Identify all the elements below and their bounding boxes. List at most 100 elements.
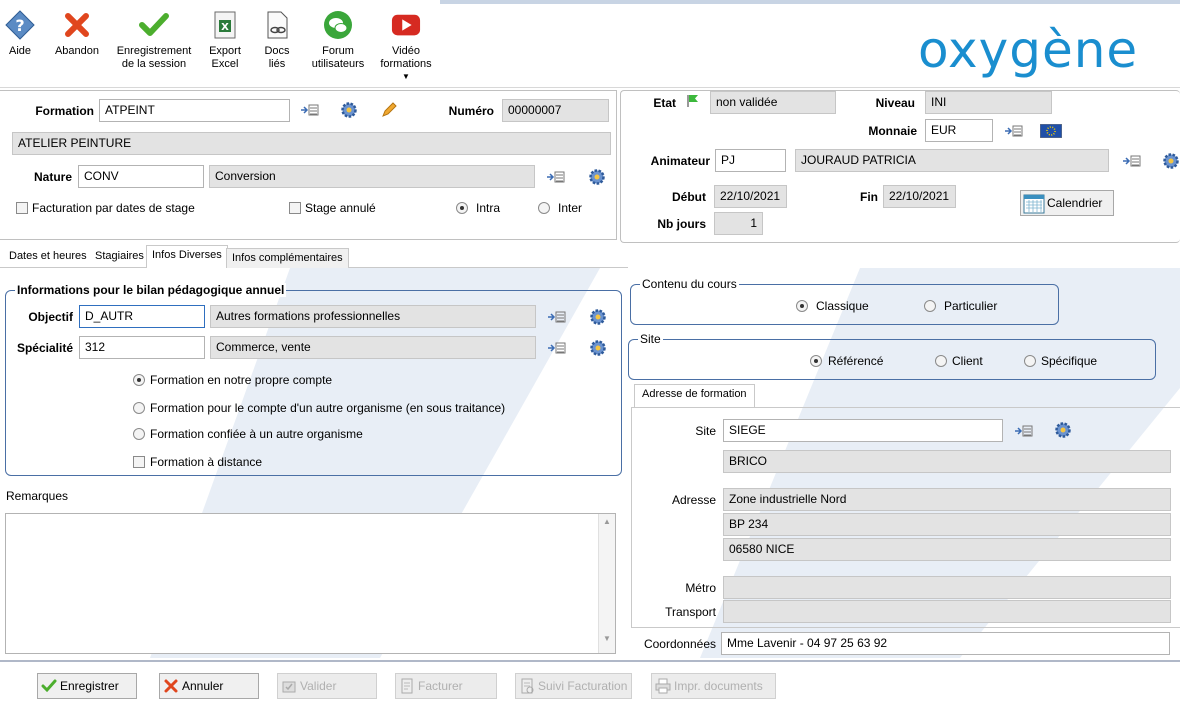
adresse-line2-field: BP 234 xyxy=(723,513,1171,536)
adresse-line3-field: 06580 NICE xyxy=(723,538,1171,561)
list-select-icon[interactable] xyxy=(1014,423,1034,439)
remarques-textarea[interactable] xyxy=(5,513,616,654)
valider-button[interactable]: Valider xyxy=(277,673,377,699)
client-radio[interactable] xyxy=(935,355,947,367)
brand-logo: oxygène xyxy=(918,21,1139,79)
tab-infos-diverses[interactable]: Infos Diverses xyxy=(146,245,228,268)
abandon-button[interactable]: Abandon xyxy=(52,0,102,86)
transport-field xyxy=(723,600,1171,623)
list-select-icon[interactable] xyxy=(1122,153,1142,169)
objectif-value-field: Autres formations professionnelles xyxy=(210,305,536,328)
video-label-2: formations xyxy=(380,58,432,70)
facturation-label: Facturation par dates de stage xyxy=(32,201,195,215)
particulier-radio[interactable] xyxy=(924,300,936,312)
gear-icon[interactable] xyxy=(589,308,607,326)
distance-label: Formation à distance xyxy=(150,455,263,469)
intra-label: Intra xyxy=(476,201,501,215)
facturer-label: Facturer xyxy=(418,679,463,693)
annuler-label: Annuler xyxy=(182,679,224,693)
gear-icon[interactable] xyxy=(589,339,607,357)
intra-radio[interactable] xyxy=(456,202,468,214)
coordonnees-input[interactable]: Mme Lavenir - 04 97 25 63 92 xyxy=(721,632,1170,655)
list-select-icon[interactable] xyxy=(547,309,567,325)
printer-icon xyxy=(655,678,671,694)
nbjours-label: Nb jours xyxy=(657,217,706,231)
imprimer-documents-label: Impr. documents xyxy=(674,679,763,693)
list-select-icon[interactable] xyxy=(547,340,567,356)
specialite-code-input[interactable]: 312 xyxy=(79,336,205,359)
list-select-icon[interactable] xyxy=(546,169,566,185)
help-button[interactable]: ? Aide xyxy=(2,0,38,86)
suivi-facturation-button[interactable]: Suivi Facturation xyxy=(515,673,632,699)
etat-field: non validée xyxy=(710,91,836,114)
nbjours-field: 1 xyxy=(714,212,763,235)
adresse-site-input[interactable]: SIEGE xyxy=(723,419,1003,442)
specifique-label: Spécifique xyxy=(1041,354,1098,368)
eu-flag-icon xyxy=(1039,123,1063,139)
confiee-radio[interactable] xyxy=(133,428,145,440)
tab-infos-complementaires[interactable]: Infos complémentaires xyxy=(226,248,349,268)
scroll-up-icon[interactable]: ▲ xyxy=(599,517,615,526)
document-link-icon xyxy=(262,10,292,40)
formation-code-input[interactable]: ATPEINT xyxy=(99,99,290,122)
dropdown-arrow-icon: ▼ xyxy=(402,72,410,81)
specifique-radio[interactable] xyxy=(1024,355,1036,367)
gear-icon[interactable] xyxy=(588,168,606,186)
objectif-code-input[interactable]: D_AUTR xyxy=(79,305,205,328)
nature-code-input[interactable]: CONV xyxy=(78,165,204,188)
remarques-scrollbar[interactable]: ▲ ▼ xyxy=(598,514,615,653)
reference-label: Référencé xyxy=(828,354,884,368)
facturer-button[interactable]: Facturer xyxy=(395,673,497,699)
adresse-site-label: Site xyxy=(695,424,716,438)
linked-docs-button[interactable]: Docs liés xyxy=(258,0,296,86)
stage-annule-checkbox[interactable] xyxy=(289,202,301,214)
monnaie-label: Monnaie xyxy=(868,124,917,138)
forum-button[interactable]: Forum utilisateurs xyxy=(308,0,368,86)
title-strip xyxy=(440,0,1180,4)
video-button[interactable]: Vidéo formations ▼ xyxy=(378,0,434,86)
enregistrer-label: Enregistrer xyxy=(60,679,119,693)
calendar-icon xyxy=(1023,192,1045,214)
tab-adresse-formation[interactable]: Adresse de formation xyxy=(634,384,755,408)
svg-text:X: X xyxy=(221,22,229,33)
tab-dates-heures[interactable]: Dates et heures xyxy=(4,247,92,267)
autre-organisme-radio[interactable] xyxy=(133,402,145,414)
remarques-label: Remarques xyxy=(6,489,69,503)
scroll-down-icon[interactable]: ▼ xyxy=(599,634,615,643)
invoice-tracking-icon xyxy=(519,678,535,694)
animateur-label: Animateur xyxy=(650,154,710,168)
nature-value-field: Conversion xyxy=(209,165,535,188)
video-label-1: Vidéo xyxy=(392,45,420,57)
annuler-button[interactable]: Annuler xyxy=(159,673,259,699)
formation-title-field: ATELIER PEINTURE xyxy=(12,132,611,155)
inter-radio[interactable] xyxy=(538,202,550,214)
list-select-icon[interactable] xyxy=(300,102,320,118)
save-session-label-2: de la session xyxy=(121,58,187,70)
formation-label: Formation xyxy=(35,104,94,118)
propre-compte-label: Formation en notre propre compte xyxy=(150,373,333,387)
pencil-icon[interactable] xyxy=(380,101,398,119)
green-flag-icon xyxy=(686,94,700,108)
distance-checkbox[interactable] xyxy=(133,456,145,468)
calendrier-label: Calendrier xyxy=(1047,196,1103,210)
classique-label: Classique xyxy=(816,299,869,313)
gear-icon[interactable] xyxy=(1054,421,1072,439)
tab-stagiaires[interactable]: Stagiaires xyxy=(90,247,149,267)
calendrier-button[interactable]: Calendrier xyxy=(1020,190,1114,216)
gear-icon[interactable] xyxy=(340,101,358,119)
imprimer-documents-button[interactable]: Impr. documents xyxy=(651,673,776,699)
gear-icon[interactable] xyxy=(1162,152,1180,170)
animateur-code-input[interactable]: PJ xyxy=(715,149,786,172)
export-excel-button[interactable]: X Export Excel xyxy=(204,0,246,86)
animateur-name-field: JOURAUD PATRICIA xyxy=(795,149,1109,172)
facturation-checkbox[interactable] xyxy=(16,202,28,214)
classique-radio[interactable] xyxy=(796,300,808,312)
propre-compte-radio[interactable] xyxy=(133,374,145,386)
monnaie-input[interactable]: EUR xyxy=(925,119,993,142)
list-select-icon[interactable] xyxy=(1004,123,1024,139)
adresse-label: Adresse xyxy=(671,493,716,507)
save-session-button[interactable]: Enregistrement de la session xyxy=(114,0,194,86)
enregistrer-button[interactable]: Enregistrer xyxy=(37,673,137,699)
coordonnees-label: Coordonnées xyxy=(643,637,716,651)
reference-radio[interactable] xyxy=(810,355,822,367)
